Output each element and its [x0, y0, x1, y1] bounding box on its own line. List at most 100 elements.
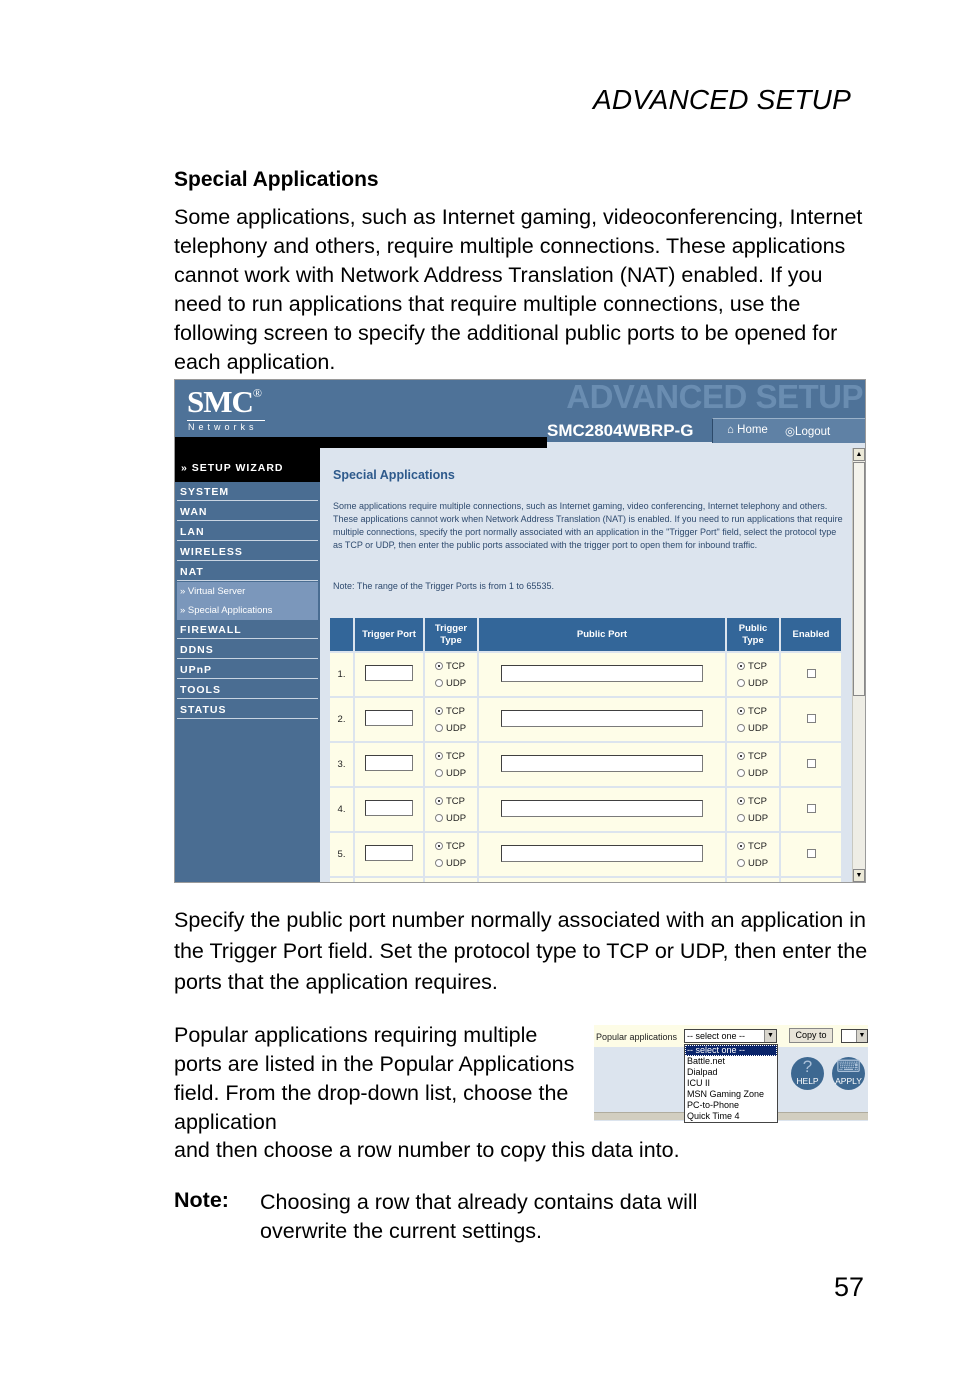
home-link[interactable]: ⌂ Home [727, 424, 768, 436]
radio-button[interactable] [737, 662, 745, 670]
trigger-port-input[interactable] [365, 710, 413, 726]
enabled-checkbox[interactable] [806, 713, 816, 723]
trigger-type-tcp-option[interactable]: TCP [425, 658, 477, 675]
public-type-tcp-option[interactable]: TCP [727, 703, 779, 720]
radio-button[interactable] [435, 859, 443, 867]
radio-button[interactable] [435, 752, 443, 760]
col-header-public-port: Public Port [479, 618, 725, 651]
radio-button[interactable] [737, 814, 745, 822]
apply-icon: ⌨ [836, 1057, 861, 1076]
public-type-tcp-option[interactable]: TCP [727, 838, 779, 855]
radio-button[interactable] [737, 769, 745, 777]
dropdown-option[interactable]: ICU II [685, 1078, 777, 1089]
sidebar-item-lan[interactable]: LAN [177, 522, 318, 541]
dropdown-option[interactable]: Dialpad [685, 1067, 777, 1078]
row-number-select[interactable]: ▼ [841, 1029, 868, 1043]
scroll-thumb[interactable] [853, 462, 865, 696]
section-title: Special Applications [174, 168, 379, 191]
public-type-udp-option[interactable]: UDP [727, 675, 779, 692]
sidebar-item-nat[interactable]: NAT [177, 562, 318, 581]
table-row: 4. TCP UDP TCP UDP [330, 788, 841, 831]
radio-button[interactable] [435, 707, 443, 715]
dropdown-option[interactable]: MSN Gaming Zone [685, 1089, 777, 1100]
vertical-scrollbar[interactable]: ▲ ▼ [852, 448, 865, 882]
logout-link[interactable]: ◎Logout [785, 424, 830, 438]
radio-button[interactable] [737, 859, 745, 867]
trigger-type-tcp-option[interactable]: TCP [425, 838, 477, 855]
trigger-port-input[interactable] [365, 755, 413, 771]
dropdown-option[interactable]: PC-to-Phone [685, 1100, 777, 1111]
sidebar-item-system[interactable]: SYSTEM [177, 482, 318, 501]
trigger-type-udp-option[interactable]: UDP [425, 855, 477, 872]
public-port-input[interactable] [501, 754, 703, 772]
public-port-input[interactable] [501, 709, 703, 727]
sidebar-item-wan[interactable]: WAN [177, 502, 318, 521]
col-header-trigger-port: Trigger Port [355, 618, 423, 651]
public-port-input[interactable] [501, 844, 703, 862]
help-button[interactable]: ? HELP [791, 1057, 824, 1090]
trigger-type-udp-option[interactable]: UDP [425, 675, 477, 692]
popular-apps-label: Popular applications [596, 1032, 678, 1042]
sidebar-subitem-virtual-server[interactable]: » Virtual Server [177, 582, 318, 601]
public-type-tcp-option[interactable]: TCP [727, 748, 779, 765]
banner-watermark: ADVANCED SETUP [566, 379, 863, 415]
dropdown-option[interactable]: Quick Time 4 [685, 1111, 777, 1122]
enabled-checkbox[interactable] [806, 758, 816, 768]
sidebar-item-setup-wizard[interactable]: » SETUP WIZARD [175, 442, 320, 482]
trigger-type-tcp-option[interactable]: TCP [425, 703, 477, 720]
trigger-type-udp-option[interactable]: UDP [425, 810, 477, 827]
radio-button[interactable] [737, 724, 745, 732]
trigger-type-udp-option[interactable]: UDP [425, 765, 477, 782]
radio-button[interactable] [737, 679, 745, 687]
enabled-checkbox[interactable] [806, 668, 816, 678]
dropdown-option[interactable]: -- select one -- [685, 1045, 777, 1056]
radio-button[interactable] [737, 752, 745, 760]
copy-to-button[interactable]: Copy to [789, 1028, 833, 1043]
router-screenshot: SMC® Networks ADVANCED SETUP SMC2804WBRP… [174, 379, 866, 883]
trigger-port-paragraph: Specify the public port number normally … [174, 908, 868, 994]
row-number: 4. [330, 788, 353, 831]
trigger-range-note: Note: The range of the Trigger Ports is … [333, 581, 554, 591]
radio-button[interactable] [737, 707, 745, 715]
sidebar-item-tools[interactable]: TOOLS [177, 680, 318, 699]
scroll-up-button[interactable]: ▲ [853, 448, 865, 461]
public-type-udp-option[interactable]: UDP [727, 810, 779, 827]
radio-button[interactable] [435, 814, 443, 822]
public-type-tcp-option[interactable]: TCP [727, 658, 779, 675]
trigger-type-tcp-option[interactable]: TCP [425, 793, 477, 810]
trigger-type-udp-option[interactable]: UDP [425, 720, 477, 737]
sidebar-item-firewall[interactable]: FIREWALL [177, 620, 318, 639]
public-type-tcp-option[interactable]: TCP [727, 793, 779, 810]
radio-button[interactable] [435, 724, 443, 732]
sidebar-item-wireless[interactable]: WIRELESS [177, 542, 318, 561]
enabled-checkbox[interactable] [806, 803, 816, 813]
radio-button[interactable] [435, 662, 443, 670]
sidebar-item-ddns[interactable]: DDNS [177, 640, 318, 659]
sidebar-subitem-special-applications[interactable]: » Special Applications [177, 601, 318, 620]
enabled-checkbox[interactable] [806, 848, 816, 858]
radio-button[interactable] [435, 797, 443, 805]
trigger-type-group: TCP UDP [425, 788, 477, 831]
public-port-input[interactable] [501, 664, 703, 682]
apply-button[interactable]: ⌨ APPLY [832, 1057, 865, 1090]
special-apps-table: Trigger Port Trigger Type Public Port Pub… [328, 616, 843, 882]
dropdown-option[interactable]: Battle.net [685, 1056, 777, 1067]
popular-apps-select[interactable]: -- select one -- ▼ [684, 1029, 777, 1043]
public-port-input[interactable] [501, 799, 703, 817]
trigger-port-input[interactable] [365, 800, 413, 816]
table-row: 2. TCP UDP TCP UDP [330, 698, 841, 741]
radio-button[interactable] [435, 842, 443, 850]
radio-button[interactable] [737, 842, 745, 850]
trigger-port-input[interactable] [365, 665, 413, 681]
sidebar-item-status[interactable]: STATUS [177, 700, 318, 719]
public-type-udp-option[interactable]: UDP [727, 855, 779, 872]
trigger-type-tcp-option[interactable]: TCP [425, 748, 477, 765]
radio-button[interactable] [435, 769, 443, 777]
trigger-port-input[interactable] [365, 845, 413, 861]
public-type-udp-option[interactable]: UDP [727, 720, 779, 737]
public-type-udp-option[interactable]: UDP [727, 765, 779, 782]
radio-button[interactable] [435, 679, 443, 687]
sidebar-item-upnp[interactable]: UPnP [177, 660, 318, 679]
radio-button[interactable] [737, 797, 745, 805]
scroll-down-button[interactable]: ▼ [853, 869, 865, 882]
